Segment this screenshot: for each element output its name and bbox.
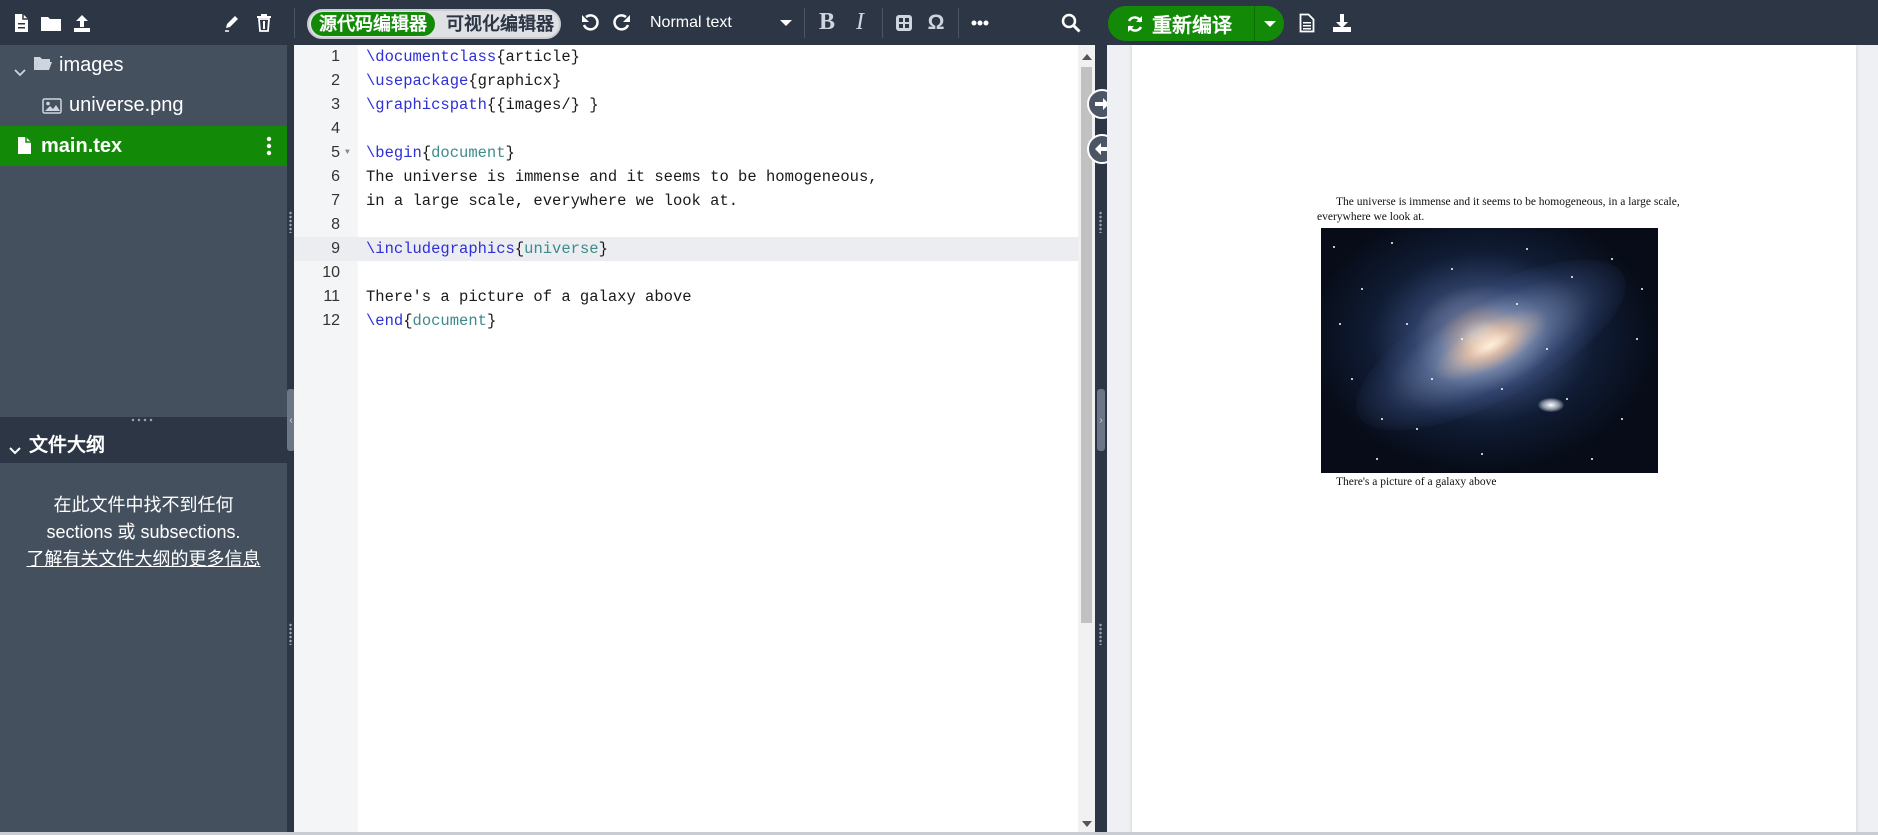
line-number: 10 <box>322 264 340 281</box>
download-icon[interactable] <box>1330 0 1354 45</box>
file-text-icon[interactable] <box>1296 0 1318 45</box>
code-text: \usepackage{graphicx} <box>366 72 562 90</box>
file-name: main.tex <box>41 134 123 157</box>
omega-icon[interactable]: Ω <box>924 0 948 45</box>
file-universe-png[interactable]: universe.png <box>0 85 287 125</box>
code-editor[interactable]: 1 \documentclass{article} 2 \usepackage{gra… <box>294 45 1078 835</box>
code-text: The universe is immense and it seems to … <box>366 168 878 186</box>
redo-icon[interactable] <box>610 0 634 45</box>
refresh-icon <box>1127 15 1143 32</box>
search-icon[interactable] <box>1059 0 1083 45</box>
visual-editor-tab[interactable]: 可视化编辑器 <box>443 12 557 36</box>
upload-icon[interactable] <box>70 0 94 45</box>
symbol-palette-icon[interactable] <box>893 0 915 45</box>
line-number: 9 <box>331 240 340 257</box>
new-file-icon[interactable] <box>10 0 32 45</box>
code-text: in a large scale, everywhere we look at. <box>366 192 739 210</box>
file-main-tex[interactable]: main.tex <box>0 126 287 166</box>
recompile-main[interactable]: 重新编译 <box>1108 6 1254 41</box>
collapse-preview-icon[interactable]: › <box>1097 389 1105 451</box>
pdf-paragraph-line: everywhere we look at. <box>1317 211 1425 223</box>
chevron-down-icon <box>780 20 792 26</box>
recompile-label: 重新编译 <box>1152 15 1232 37</box>
more-icon[interactable] <box>968 0 992 45</box>
outline-learn-more-link[interactable]: 了解有关文件大纲的更多信息 <box>27 549 261 569</box>
code-text: \documentclass{article} <box>366 48 580 66</box>
outline-header[interactable]: 文件大纲 <box>0 423 287 463</box>
recompile-button[interactable]: 重新编译 <box>1108 6 1284 41</box>
code-line[interactable]: 3 \graphicspath{{images/} } <box>294 93 1078 117</box>
outline-empty-message: 在此文件中找不到任何 sections 或 subsections. <box>46 495 241 542</box>
line-number: 11 <box>323 288 340 305</box>
code-line[interactable]: 1 \documentclass{article} <box>294 45 1078 69</box>
code-line[interactable]: 10 <box>294 261 1078 285</box>
undo-icon[interactable] <box>578 0 602 45</box>
folder-name: images <box>59 53 124 76</box>
delete-icon[interactable] <box>253 0 275 45</box>
folder-images[interactable]: images <box>0 45 287 85</box>
scroll-down-icon[interactable] <box>1082 821 1092 827</box>
toolbar-divider <box>294 8 295 38</box>
file-sidebar: images universe.png main.tex 文件大纲 在此文件中找… <box>0 45 287 835</box>
code-text: \includegraphics{universe} <box>366 240 608 258</box>
line-number: 2 <box>331 72 340 89</box>
line-number: 12 <box>322 312 340 329</box>
text-format-select[interactable]: Normal text <box>650 0 792 45</box>
code-line[interactable]: 8 <box>294 213 1078 237</box>
rename-icon[interactable] <box>221 0 243 45</box>
code-line[interactable]: 12 \end{document} <box>294 309 1078 333</box>
galaxy-image <box>1321 228 1658 473</box>
source-editor-tab[interactable]: 源代码编辑器 <box>311 12 435 36</box>
code-line[interactable]: 5 ▼ \begin{document} <box>294 141 1078 165</box>
top-toolbar: 源代码编辑器 可视化编辑器 Normal text B I Ω 重新编译 <box>0 0 1878 45</box>
code-text: \begin{document} <box>366 144 515 162</box>
code-text: \end{document} <box>366 312 497 330</box>
code-line[interactable]: 9 \includegraphics{universe} <box>294 237 1078 261</box>
code-line[interactable]: 2 \usepackage{graphicx} <box>294 69 1078 93</box>
code-line[interactable]: 6 The universe is immense and it seems to… <box>294 165 1078 189</box>
file-icon <box>17 136 32 161</box>
outline-empty-state: 在此文件中找不到任何 sections 或 subsections. 了解有关文… <box>20 492 267 573</box>
line-number: 1 <box>331 48 340 65</box>
folder-open-icon <box>33 54 53 78</box>
kebab-menu-icon[interactable] <box>266 136 272 162</box>
pdf-preview[interactable]: The universe is immense and it seems to … <box>1107 45 1878 835</box>
code-text: There's a picture of a galaxy above <box>366 288 692 306</box>
chevron-down-icon <box>9 439 21 461</box>
recompile-dropdown-toggle[interactable] <box>1254 6 1284 41</box>
editor-mode-toggle[interactable]: 源代码编辑器 可视化编辑器 <box>307 9 561 39</box>
file-name: universe.png <box>69 93 184 116</box>
toolbar-divider <box>958 8 959 38</box>
image-file-icon <box>42 97 62 120</box>
line-number: 4 <box>331 120 340 137</box>
line-number: 3 <box>331 96 340 113</box>
text-format-value: Normal text <box>650 13 732 31</box>
new-folder-icon[interactable] <box>38 0 64 45</box>
toolbar-divider <box>882 8 883 38</box>
scroll-up-icon[interactable] <box>1082 54 1092 60</box>
outline-title: 文件大纲 <box>29 434 106 456</box>
pdf-page: The universe is immense and it seems to … <box>1132 45 1856 835</box>
line-number: 7 <box>331 192 340 209</box>
italic-icon[interactable]: I <box>848 0 872 45</box>
pdf-paragraph-line: The universe is immense and it seems to … <box>1336 196 1680 208</box>
pdf-caption: There's a picture of a galaxy above <box>1336 476 1497 488</box>
code-line[interactable]: 4 <box>294 117 1078 141</box>
line-number: 8 <box>331 216 340 233</box>
toolbar-divider <box>804 8 805 38</box>
chevron-down-icon[interactable] <box>14 60 26 83</box>
editor-scrollbar[interactable] <box>1078 45 1095 835</box>
code-text: \graphicspath{{images/} } <box>366 96 599 114</box>
fold-toggle-icon[interactable]: ▼ <box>345 141 350 165</box>
sidebar-resizer[interactable]: ‹ <box>287 45 295 835</box>
code-line[interactable]: 7 in a large scale, everywhere we look at… <box>294 189 1078 213</box>
bold-icon[interactable]: B <box>814 0 840 45</box>
line-number: 6 <box>331 168 340 185</box>
code-line[interactable]: 11 There's a picture of a galaxy above <box>294 285 1078 309</box>
line-number: 5 <box>331 144 340 161</box>
